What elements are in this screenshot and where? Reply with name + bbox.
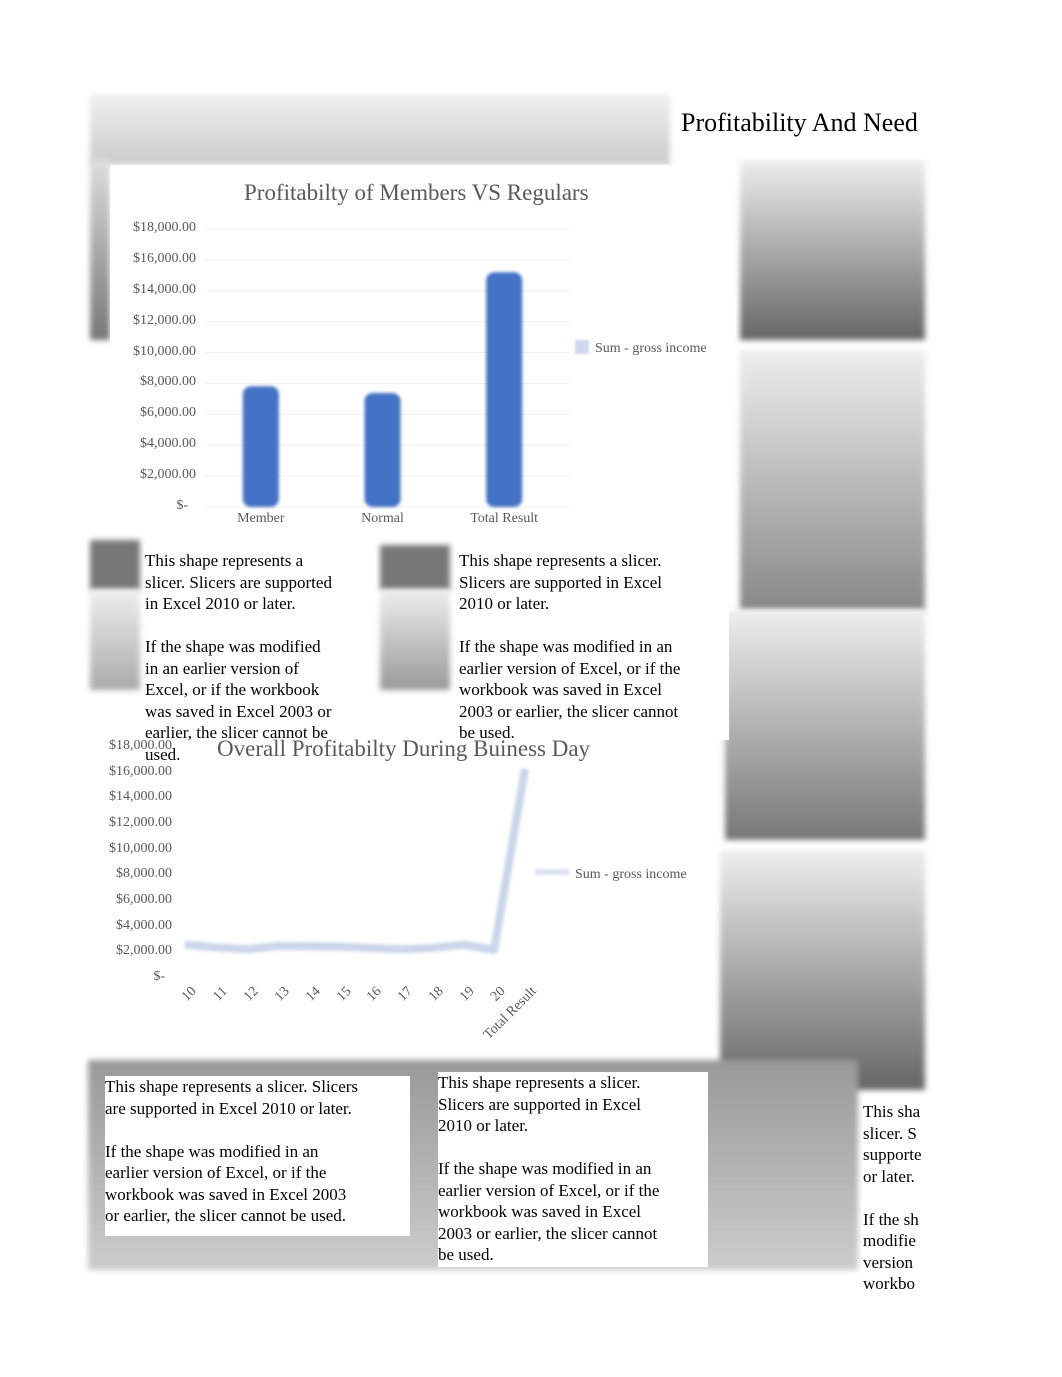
y-tick-label: $6,000.00 [140, 405, 196, 421]
background-shape [740, 160, 925, 340]
y-tick-label: $2,000.00 [140, 467, 196, 483]
legend-label: Sum - gross income [595, 341, 707, 356]
background-shape [725, 610, 925, 840]
x-tick-label: Member [237, 511, 285, 526]
y-tick-label: $- [176, 498, 188, 513]
legend-entry: Sum - gross income [535, 867, 687, 883]
chart-title: Overall Profitabilty During Buiness Day [217, 736, 591, 761]
legend-label: Sum - gross income [575, 867, 687, 882]
y-tick-label: $16,000.00 [109, 763, 172, 779]
y-tick-label: $10,000.00 [109, 840, 172, 856]
bar [242, 386, 279, 507]
y-tick-label: $18,000.00 [133, 220, 196, 235]
y-tick-label: $14,000.00 [109, 789, 172, 805]
dashboard-page: Profitability And Need Profitabilty of M… [0, 0, 1062, 1377]
background-shape [90, 540, 140, 590]
background-shape [380, 545, 450, 590]
business-day-profitability-chart: Overall Profitabilty During Buiness Day … [95, 690, 715, 1055]
bar [486, 272, 523, 507]
background-shape [90, 160, 110, 340]
slicer-placeholder[interactable]: This shape represents a slicer. Slicers … [105, 1076, 410, 1236]
legend-line-icon [535, 869, 569, 875]
legend-entry: Sum - gross income [575, 340, 707, 357]
background-shape [90, 590, 140, 690]
y-tick-label: $4,000.00 [140, 436, 196, 452]
members-vs-regulars-chart: Profitabilty of Members VS Regulars Sum … [110, 165, 735, 533]
slicer-placeholder[interactable]: This shape represents a slicer. Slicers … [438, 1072, 708, 1267]
background-shape [380, 590, 450, 690]
background-shape [740, 350, 925, 610]
slicer-overflow [145, 720, 205, 742]
y-tick-label: $12,000.00 [133, 312, 196, 328]
y-tick-label: $- [153, 969, 165, 984]
y-tick-label: $4,000.00 [116, 917, 172, 933]
bar [364, 393, 401, 507]
slicer-placeholder[interactable]: This shape represents a slicer. Slicers … [145, 550, 375, 764]
page-title: Profitability And Need [675, 108, 924, 138]
x-tick-label: Normal [361, 511, 404, 526]
series-line [184, 768, 529, 954]
background-shape [90, 95, 670, 165]
slicer-placeholder[interactable]: This sha slicer. S supporte or later. If… [863, 1101, 938, 1291]
y-tick-label: $2,000.00 [116, 943, 172, 959]
y-tick-label: $8,000.00 [140, 374, 196, 390]
y-tick-label: $10,000.00 [133, 343, 196, 359]
x-tick-label: Total Result [470, 511, 539, 526]
legend-swatch-icon [575, 340, 589, 354]
y-tick-label: $16,000.00 [133, 250, 196, 266]
background-shape [720, 850, 925, 1090]
y-tick-label: $6,000.00 [116, 892, 172, 907]
y-tick-label: $14,000.00 [133, 281, 196, 297]
y-tick-label: $8,000.00 [116, 866, 172, 882]
y-tick-label: $12,000.00 [109, 815, 172, 830]
